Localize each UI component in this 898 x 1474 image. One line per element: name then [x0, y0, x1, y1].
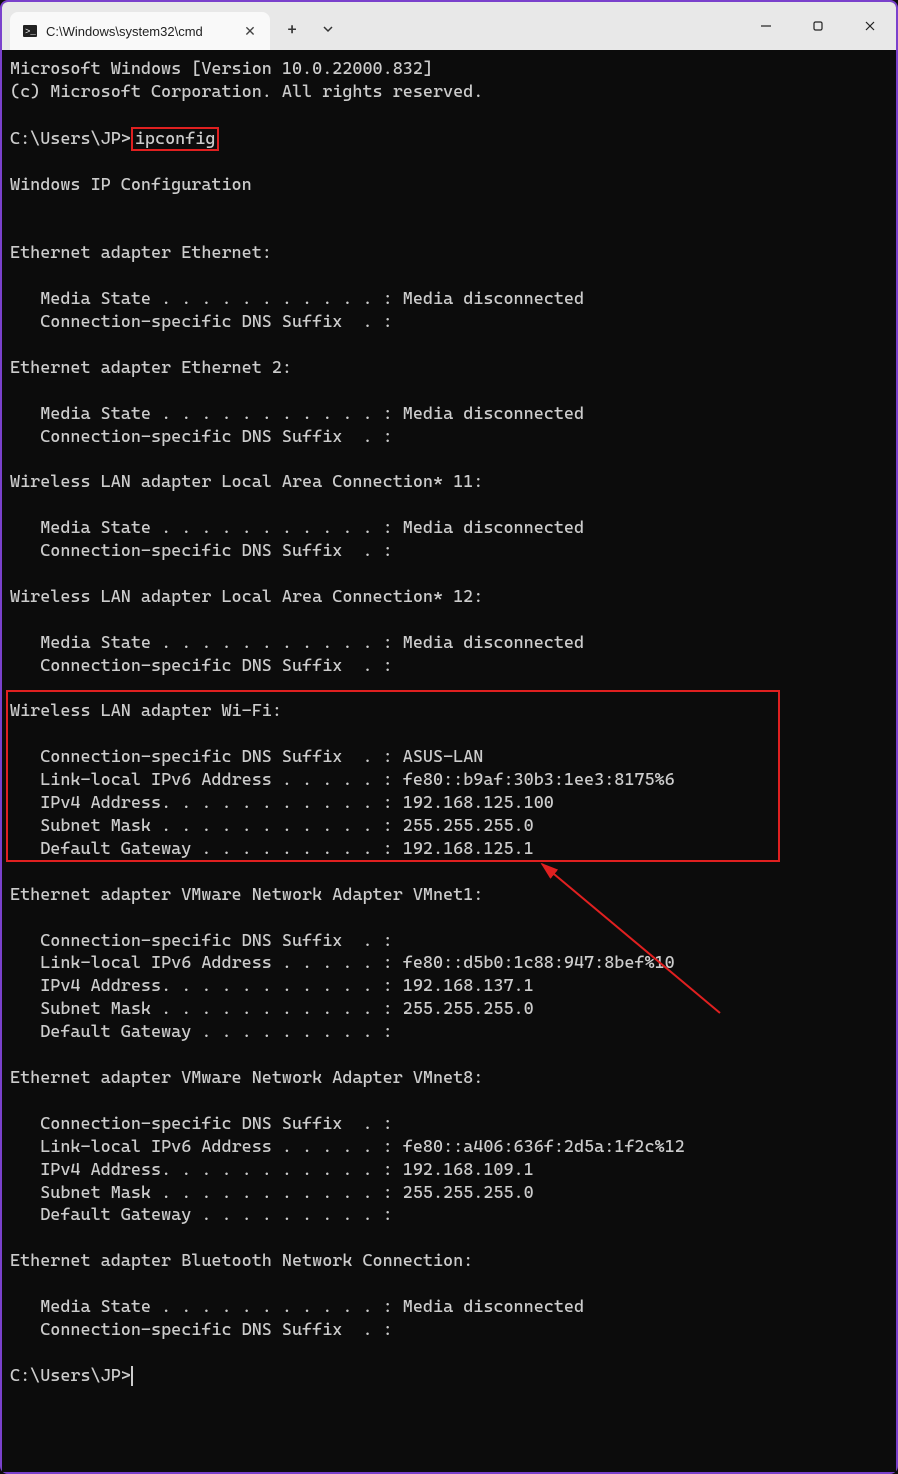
adapter-row-label: Connection-specific DNS Suffix . : [40, 541, 392, 561]
adapter-row-value: ASUS-LAN [403, 747, 484, 767]
banner-line: Microsoft Windows [Version 10.0.22000.83… [10, 59, 433, 79]
adapter-row-label: Media State . . . . . . . . . . . : [40, 518, 403, 538]
window-controls [740, 2, 896, 50]
cursor [131, 1366, 133, 1386]
terminal-output[interactable]: Microsoft Windows [Version 10.0.22000.83… [2, 50, 896, 1472]
adapter-name: Ethernet adapter Ethernet: [10, 243, 272, 263]
terminal-tab[interactable]: >_ C:\Windows\system32\cmd ✕ [10, 12, 270, 50]
prompt: C:\Users\JP> [10, 1366, 131, 1386]
adapter-row-value: 255.255.255.0 [403, 999, 534, 1019]
adapter-row-label: Default Gateway . . . . . . . . . : [40, 839, 403, 859]
adapter-row-label: Subnet Mask . . . . . . . . . . . : [40, 999, 403, 1019]
adapter-row-label: IPv4 Address. . . . . . . . . . . : [40, 976, 403, 996]
banner-line: (c) Microsoft Corporation. All rights re… [10, 82, 483, 102]
adapter-row-label: Connection-specific DNS Suffix . : [40, 656, 392, 676]
prompt: C:\Users\JP> [10, 129, 131, 149]
adapter-name: Ethernet adapter VMware Network Adapter … [10, 885, 483, 905]
adapter-row-value: 192.168.109.1 [403, 1160, 534, 1180]
window-titlebar: >_ C:\Windows\system32\cmd ✕ + [2, 2, 896, 50]
cmd-icon: >_ [22, 23, 38, 39]
tab-title: C:\Windows\system32\cmd [46, 24, 234, 39]
adapter-row-label: Link-local IPv6 Address . . . . . : [40, 953, 403, 973]
adapter-row-value: Media disconnected [403, 633, 584, 653]
adapter-row-value: fe80::a406:636f:2d5a:1f2c%12 [403, 1137, 685, 1157]
adapter-row-label: Media State . . . . . . . . . . . : [40, 633, 403, 653]
close-window-button[interactable] [844, 2, 896, 50]
minimize-button[interactable] [740, 2, 792, 50]
svg-text:>_: >_ [25, 27, 36, 37]
adapter-row-value: fe80::b9af:30b3:1ee3:8175%6 [403, 770, 675, 790]
adapter-row-label: Default Gateway . . . . . . . . . : [40, 1022, 392, 1042]
adapter-row-label: Media State . . . . . . . . . . . : [40, 1297, 403, 1317]
adapter-name: Wireless LAN adapter Wi-Fi: [10, 701, 282, 721]
adapter-row-label: Default Gateway . . . . . . . . . : [40, 1205, 392, 1225]
adapter-name: Wireless LAN adapter Local Area Connecti… [10, 472, 483, 492]
adapter-row-value: Media disconnected [403, 518, 584, 538]
adapter-row-label: Connection-specific DNS Suffix . : [40, 312, 392, 332]
section-header: Windows IP Configuration [10, 175, 252, 195]
adapter-row-value: Media disconnected [403, 289, 584, 309]
command-highlight: ipconfig [131, 127, 220, 151]
adapter-row-value: 255.255.255.0 [403, 816, 534, 836]
adapter-row-label: Subnet Mask . . . . . . . . . . . : [40, 1183, 403, 1203]
tab-dropdown-button[interactable] [310, 11, 346, 47]
close-tab-icon[interactable]: ✕ [242, 23, 258, 40]
adapter-row-value: 192.168.125.100 [403, 793, 554, 813]
adapter-row-value: 192.168.137.1 [403, 976, 534, 996]
adapter-row-value: 192.168.125.1 [403, 839, 534, 859]
adapter-name: Ethernet adapter Bluetooth Network Conne… [10, 1251, 473, 1271]
adapter-row-label: Connection-specific DNS Suffix . : [40, 747, 403, 767]
adapter-row-label: Connection-specific DNS Suffix . : [40, 1114, 392, 1134]
adapter-row-label: Link-local IPv6 Address . . . . . : [40, 770, 403, 790]
adapter-row-value: Media disconnected [403, 1297, 584, 1317]
adapter-row-label: Connection-specific DNS Suffix . : [40, 427, 392, 447]
adapter-row-label: Link-local IPv6 Address . . . . . : [40, 1137, 403, 1157]
adapter-row-label: IPv4 Address. . . . . . . . . . . : [40, 793, 403, 813]
adapter-row-label: Subnet Mask . . . . . . . . . . . : [40, 816, 403, 836]
adapter-name: Wireless LAN adapter Local Area Connecti… [10, 587, 483, 607]
adapter-row-label: IPv4 Address. . . . . . . . . . . : [40, 1160, 403, 1180]
adapter-row-value: Media disconnected [403, 404, 584, 424]
new-tab-button[interactable]: + [274, 11, 310, 47]
adapter-row-value: 255.255.255.0 [403, 1183, 534, 1203]
adapter-row-value: fe80::d5b0:1c88:947:8bef%10 [403, 953, 675, 973]
adapter-row-label: Connection-specific DNS Suffix . : [40, 1320, 392, 1340]
adapter-name: Ethernet adapter Ethernet 2: [10, 358, 292, 378]
adapter-name: Ethernet adapter VMware Network Adapter … [10, 1068, 483, 1088]
adapter-row-label: Connection-specific DNS Suffix . : [40, 931, 392, 951]
adapter-row-label: Media State . . . . . . . . . . . : [40, 404, 403, 424]
maximize-button[interactable] [792, 2, 844, 50]
adapter-row-label: Media State . . . . . . . . . . . : [40, 289, 403, 309]
